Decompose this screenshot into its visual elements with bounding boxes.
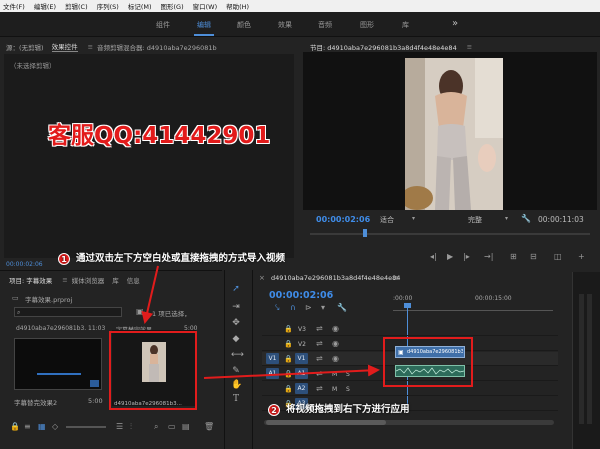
arrow-1: [141, 265, 159, 324]
callout-2-number: 2: [268, 403, 280, 416]
arrow-2: [203, 364, 380, 379]
callout-2: 2 将视频拖拽到右下方进行应用: [268, 401, 410, 416]
annotation-arrows: [141, 265, 380, 379]
callout-2-text: 将视频拖拽到右下方进行应用: [286, 404, 410, 415]
